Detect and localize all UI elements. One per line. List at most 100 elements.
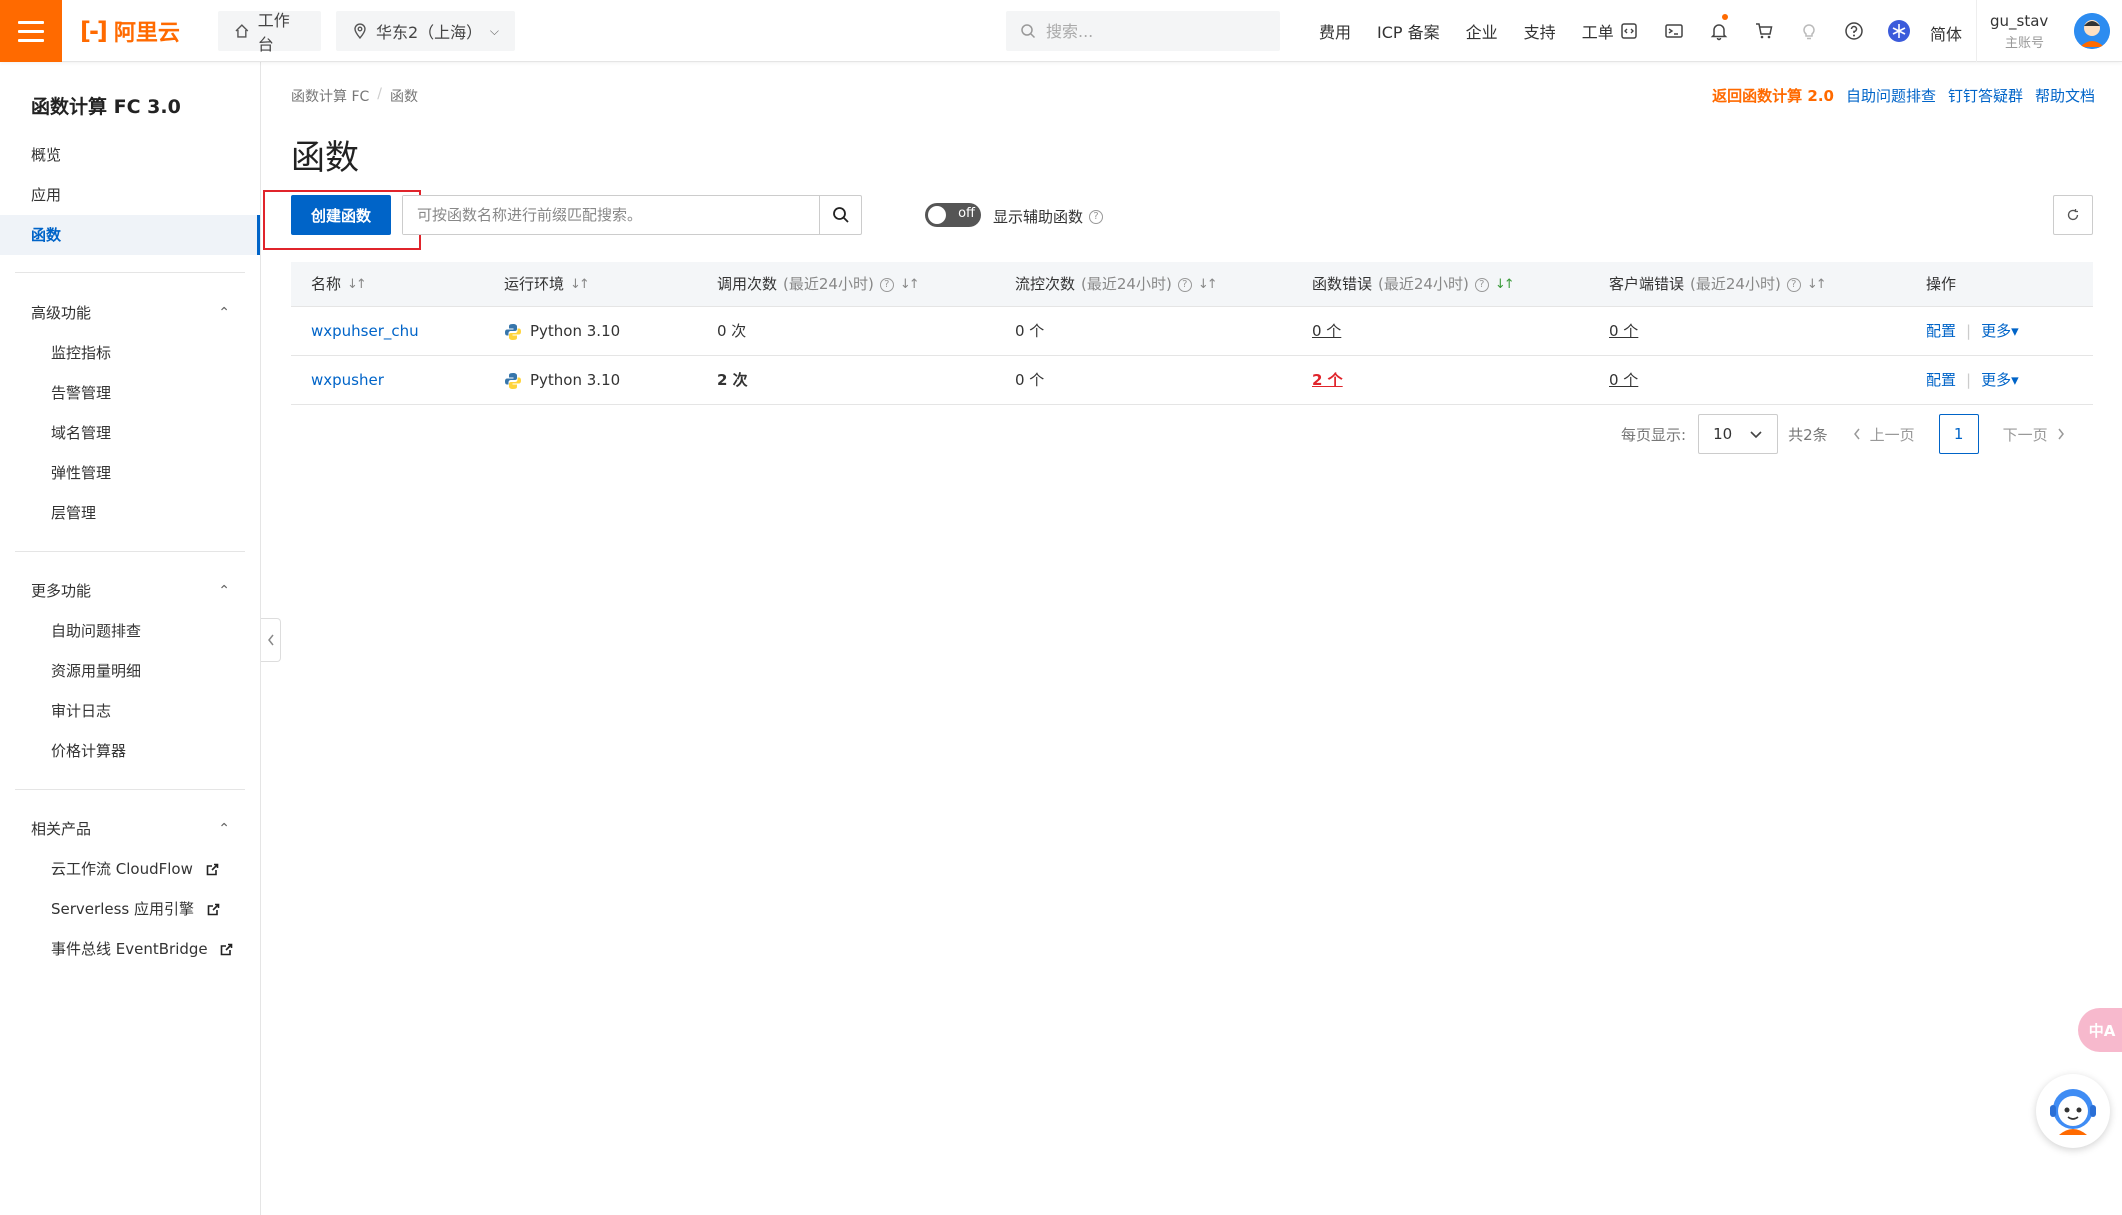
question-icon[interactable]: ? xyxy=(1474,277,1489,292)
external-link-icon xyxy=(221,943,233,956)
sort-icon[interactable]: ↓↑ xyxy=(347,262,367,307)
aliyun-logo[interactable]: [-] 阿里云 xyxy=(80,17,180,46)
back-to-fc2-link[interactable]: 返回函数计算 2.0 xyxy=(1712,85,1834,106)
nav-billing[interactable]: 费用 xyxy=(1306,19,1364,43)
more-dropdown[interactable]: 更多▾ xyxy=(1981,356,2019,405)
assistant-button[interactable] xyxy=(2036,1074,2110,1148)
sidebar-item-label: 云工作流 CloudFlow xyxy=(51,860,193,878)
sidebar-group-advanced[interactable]: 高级功能 ⌃ xyxy=(0,293,260,333)
prev-label: 上一页 xyxy=(1869,425,1915,444)
nav-enterprise[interactable]: 企业 xyxy=(1453,19,1511,43)
sidebar-item-layers[interactable]: 层管理 xyxy=(0,493,260,533)
header-links: 返回函数计算 2.0 自助问题排查 钉钉答疑群 帮助文档 xyxy=(1712,85,2095,106)
sort-icon[interactable]: ↓↑ xyxy=(900,262,920,307)
menu-icon[interactable] xyxy=(0,0,62,62)
function-search-input[interactable] xyxy=(403,196,819,234)
sidebar-item-troubleshoot[interactable]: 自助问题排查 xyxy=(0,611,260,651)
sidebar-item-usage[interactable]: 资源用量明细 xyxy=(0,651,260,691)
code-icon[interactable] xyxy=(1606,0,1651,62)
sort-icon[interactable]: ↓↑ xyxy=(1495,262,1515,307)
terminal-icon[interactable] xyxy=(1651,0,1696,62)
sidebar-item-audit-log[interactable]: 审计日志 xyxy=(0,691,260,731)
function-search xyxy=(402,195,862,235)
next-label: 下一页 xyxy=(2002,425,2048,444)
sidebar-collapse-button[interactable] xyxy=(261,618,281,662)
errors-value[interactable]: 0 个 xyxy=(1312,307,1341,356)
more-dropdown[interactable]: 更多▾ xyxy=(1981,307,2019,356)
location-icon xyxy=(354,23,366,39)
function-name-link[interactable]: wxpuhser_chu xyxy=(311,307,419,356)
cart-icon[interactable] xyxy=(1741,0,1786,62)
region-selector[interactable]: 华东2（上海） ⌵ xyxy=(336,11,515,51)
sidebar-item-label: Serverless 应用引擎 xyxy=(51,900,194,918)
sort-icon[interactable]: ↓↑ xyxy=(1198,262,1218,307)
global-search-input[interactable] xyxy=(1046,21,1246,41)
sidebar-item-overview[interactable]: 概览 xyxy=(0,135,260,175)
column-label: 运行环境 xyxy=(504,275,565,293)
function-name-link[interactable]: wxpusher xyxy=(311,356,384,405)
nav-support[interactable]: 支持 xyxy=(1511,19,1569,43)
sort-icon[interactable]: ↓↑ xyxy=(570,262,590,307)
question-icon[interactable]: ? xyxy=(1177,277,1192,292)
refresh-icon xyxy=(2067,209,2079,221)
refresh-button[interactable] xyxy=(2053,195,2093,235)
logo-mark-icon: [-] xyxy=(80,17,108,45)
config-link[interactable]: 配置 xyxy=(1926,356,1956,405)
client-errors-value[interactable]: 0 个 xyxy=(1609,356,1638,405)
troubleshoot-link[interactable]: 自助问题排查 xyxy=(1846,85,1936,106)
caret-down-icon: ▾ xyxy=(2011,322,2019,340)
sidebar-item-domains[interactable]: 域名管理 xyxy=(0,413,260,453)
sidebar-item-eventbridge[interactable]: 事件总线 EventBridge xyxy=(0,929,260,969)
dingtalk-group-link[interactable]: 钉钉答疑群 xyxy=(1948,85,2023,106)
question-icon[interactable]: ? xyxy=(1089,209,1104,224)
sort-icon[interactable]: ↓↑ xyxy=(1807,262,1827,307)
sidebar-item-scaling[interactable]: 弹性管理 xyxy=(0,453,260,493)
sidebar-item-alerts[interactable]: 告警管理 xyxy=(0,373,260,413)
sidebar-item-functions[interactable]: 函数 xyxy=(0,215,260,255)
client-errors-value[interactable]: 0 个 xyxy=(1609,307,1638,356)
chevron-right-icon xyxy=(2058,428,2064,440)
sidebar-item-price-calculator[interactable]: 价格计算器 xyxy=(0,731,260,771)
workbench-button[interactable]: 工作台 xyxy=(218,11,321,54)
top-bar: [-] 阿里云 工作台 华东2（上海） ⌵ 费用 ICP 备案 企业 支持 工单 xyxy=(0,0,2122,62)
question-icon[interactable]: ? xyxy=(1786,277,1801,292)
page-size-select[interactable]: 10 xyxy=(1698,414,1779,454)
avatar[interactable] xyxy=(2074,13,2110,49)
sidebar-item-cloudflow[interactable]: 云工作流 CloudFlow xyxy=(0,849,260,889)
global-search[interactable] xyxy=(1006,11,1280,51)
page-number-current[interactable]: 1 xyxy=(1938,414,1979,454)
create-function-button[interactable]: 创建函数 xyxy=(291,195,391,235)
toggle-knob xyxy=(928,206,946,224)
search-button[interactable] xyxy=(819,196,861,234)
next-page-button[interactable]: 下一页 xyxy=(2003,424,2066,445)
avatar-icon xyxy=(2074,13,2110,49)
logo-text: 阿里云 xyxy=(113,21,180,46)
sidebar-item-sae[interactable]: Serverless 应用引擎 xyxy=(0,889,260,929)
language-switch[interactable]: 简体 xyxy=(1930,21,1962,45)
ai-assistant-icon[interactable] xyxy=(1876,0,1921,62)
bell-icon[interactable] xyxy=(1696,0,1741,62)
sidebar-item-applications[interactable]: 应用 xyxy=(0,175,260,215)
prev-page-button[interactable]: 上一页 xyxy=(1852,424,1915,445)
breadcrumb-item[interactable]: 函数计算 FC xyxy=(291,86,369,106)
sidebar-group-related[interactable]: 相关产品 ⌃ xyxy=(0,809,260,849)
sidebar-item-monitoring[interactable]: 监控指标 xyxy=(0,333,260,373)
sidebar-divider xyxy=(15,272,245,273)
chevron-up-icon: ⌃ xyxy=(218,305,230,321)
show-aux-functions-toggle[interactable]: off xyxy=(925,203,981,227)
sidebar-group-more[interactable]: 更多功能 ⌃ xyxy=(0,571,260,611)
python-icon xyxy=(505,372,521,389)
lightbulb-icon[interactable] xyxy=(1786,0,1831,62)
nav-icp[interactable]: ICP 备案 xyxy=(1364,19,1453,43)
toggle-state: off xyxy=(958,206,975,221)
column-label: 流控次数 xyxy=(1015,275,1076,293)
help-docs-link[interactable]: 帮助文档 xyxy=(2035,85,2095,106)
column-header-actions: 操作 xyxy=(1926,262,1956,307)
sidebar-divider xyxy=(15,789,245,790)
question-icon[interactable]: ? xyxy=(879,277,894,292)
help-icon[interactable] xyxy=(1831,0,1876,62)
errors-value[interactable]: 2 个 xyxy=(1312,356,1343,405)
config-link[interactable]: 配置 xyxy=(1926,307,1956,356)
translate-button[interactable]: 中A xyxy=(2078,1008,2122,1052)
region-label: 华东2（上海） xyxy=(375,23,483,42)
